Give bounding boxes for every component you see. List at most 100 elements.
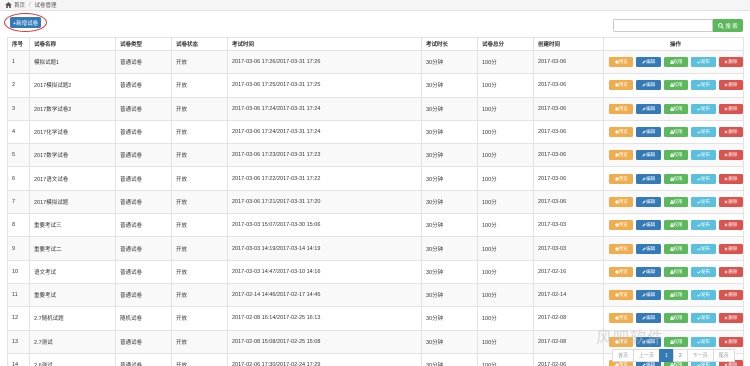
delete-button[interactable]: 删除 — [718, 266, 743, 277]
edit-button[interactable]: 编辑 — [636, 313, 661, 324]
perm-button[interactable]: 权限 — [663, 173, 689, 184]
publish-button[interactable]: 发布 — [691, 80, 716, 91]
publish-button[interactable]: 发布 — [691, 336, 716, 347]
search-input[interactable] — [613, 19, 713, 32]
edit-button[interactable]: 编辑 — [636, 103, 661, 114]
cell-created: 2017-03-03 — [533, 213, 604, 238]
page-prev-button[interactable]: 上一页 — [633, 349, 661, 362]
edit-button[interactable]: 编辑 — [636, 80, 661, 91]
edit-button[interactable]: 编辑 — [636, 220, 661, 231]
perm-button[interactable]: 权限 — [663, 220, 689, 231]
column-header: 创建时间 — [533, 37, 604, 51]
cell-created: 2017-02-08 — [533, 329, 604, 354]
perm-button[interactable]: 权限 — [663, 150, 689, 161]
perm-button[interactable]: 权限 — [663, 336, 689, 347]
perm-button[interactable]: 权限 — [663, 313, 689, 324]
publish-button[interactable]: 发布 — [691, 57, 716, 68]
cell-time: 2017-02-14 14:46/2017-02-17 14:45 — [227, 282, 422, 308]
preview-button[interactable]: 预览 — [609, 243, 634, 254]
cell-name: 2017模拟试题 — [29, 189, 116, 215]
perm-button[interactable]: 权限 — [663, 80, 689, 91]
preview-button[interactable]: 预览 — [609, 80, 634, 91]
preview-button[interactable]: 预览 — [609, 173, 634, 184]
edit-button[interactable]: 编辑 — [636, 173, 661, 184]
perm-button[interactable]: 权限 — [663, 103, 689, 114]
delete-label: 删除 — [728, 245, 738, 251]
cell-no: 4 — [7, 119, 30, 145]
publish-button[interactable]: 发布 — [691, 266, 716, 277]
publish-label: 发布 — [700, 198, 710, 204]
edit-button[interactable]: 编辑 — [636, 266, 661, 277]
delete-label: 删除 — [728, 129, 738, 135]
cell-type: 普通试卷 — [115, 236, 172, 261]
preview-button[interactable]: 预览 — [609, 336, 634, 347]
preview-button[interactable]: 预览 — [609, 220, 634, 231]
delete-button[interactable]: 删除 — [718, 196, 743, 207]
publish-button[interactable]: 发布 — [691, 220, 716, 231]
delete-button[interactable]: 删除 — [718, 290, 743, 301]
edit-button[interactable]: 编辑 — [636, 150, 661, 161]
cell-type: 普通试卷 — [115, 259, 172, 284]
perm-button[interactable]: 权限 — [663, 127, 689, 138]
edit-button[interactable]: 编辑 — [636, 336, 661, 347]
add-exam-button[interactable]: +新增试卷 — [10, 17, 41, 28]
preview-label: 预览 — [618, 362, 628, 366]
cell-no: 6 — [7, 166, 30, 191]
publish-button[interactable]: 发布 — [691, 243, 716, 254]
cell-actions: 预览 编辑 权限 发布 删除 — [603, 213, 744, 238]
preview-button[interactable]: 预览 — [609, 127, 634, 138]
cell-no: 5 — [7, 143, 30, 168]
delete-button[interactable]: 删除 — [718, 150, 743, 161]
edit-button[interactable]: 编辑 — [636, 57, 661, 68]
publish-button[interactable]: 发布 — [691, 196, 716, 207]
table-row: 11 重要考试 普通试卷 开放 2017-02-14 14:46/2017-02-17 … — [7, 282, 744, 308]
delete-button[interactable]: 删除 — [718, 57, 743, 68]
cell-score: 100分 — [477, 49, 534, 75]
delete-button[interactable]: 删除 — [718, 220, 743, 231]
perm-button[interactable]: 权限 — [663, 290, 689, 301]
table-row: 6 2017语文试卷 普通试卷 开放 2017-03-06 17:22/2017-03-… — [7, 166, 744, 191]
edit-button[interactable]: 编辑 — [636, 127, 661, 138]
page-2-button[interactable]: 2 — [672, 349, 688, 362]
delete-button[interactable]: 删除 — [718, 336, 743, 347]
page-1-button[interactable]: 1 — [659, 349, 674, 362]
perm-button[interactable]: 权限 — [663, 57, 689, 68]
publish-button[interactable]: 发布 — [691, 103, 716, 114]
delete-label: 删除 — [728, 362, 738, 366]
perm-label: 权限 — [673, 315, 683, 321]
delete-button[interactable]: 删除 — [718, 80, 743, 91]
delete-button[interactable]: 删除 — [718, 127, 743, 138]
cell-time: 2017-03-06 17:25/2017-03-31 17:25 — [227, 73, 422, 98]
perm-button[interactable]: 权限 — [663, 243, 689, 254]
preview-button[interactable]: 预览 — [609, 290, 634, 301]
edit-button[interactable]: 编辑 — [636, 290, 661, 301]
publish-button[interactable]: 发布 — [691, 173, 716, 184]
delete-button[interactable]: 删除 — [718, 313, 743, 324]
publish-button[interactable]: 发布 — [691, 313, 716, 324]
publish-button[interactable]: 发布 — [691, 127, 716, 138]
page-next-button[interactable]: 下一页 — [686, 349, 714, 362]
publish-button[interactable]: 发布 — [691, 290, 716, 301]
preview-button[interactable]: 预览 — [609, 266, 634, 277]
breadcrumb-home[interactable]: 首页 — [14, 1, 25, 9]
delete-button[interactable]: 删除 — [718, 103, 743, 114]
publish-button[interactable]: 发布 — [691, 150, 716, 161]
search-button[interactable]: 搜 索 — [713, 19, 743, 32]
page-first-button[interactable]: 首页 — [612, 349, 635, 362]
preview-button[interactable]: 预览 — [609, 57, 634, 68]
edit-button[interactable]: 编辑 — [636, 243, 661, 254]
page-last-button[interactable]: 尾页 — [712, 349, 735, 362]
publish-label: 发布 — [700, 338, 710, 344]
preview-button[interactable]: 预览 — [609, 196, 634, 207]
cell-created: 2017-03-06 — [533, 143, 604, 168]
delete-button[interactable]: 删除 — [718, 173, 743, 184]
preview-button[interactable]: 预览 — [609, 313, 634, 324]
preview-button[interactable]: 预览 — [609, 150, 634, 161]
edit-button[interactable]: 编辑 — [636, 196, 661, 207]
perm-button[interactable]: 权限 — [663, 266, 689, 277]
perm-button[interactable]: 权限 — [663, 196, 689, 207]
edit-label: 编辑 — [646, 105, 656, 111]
delete-button[interactable]: 删除 — [718, 243, 743, 254]
cell-name: 2.7随机试题 — [29, 306, 116, 331]
preview-button[interactable]: 预览 — [609, 103, 634, 114]
